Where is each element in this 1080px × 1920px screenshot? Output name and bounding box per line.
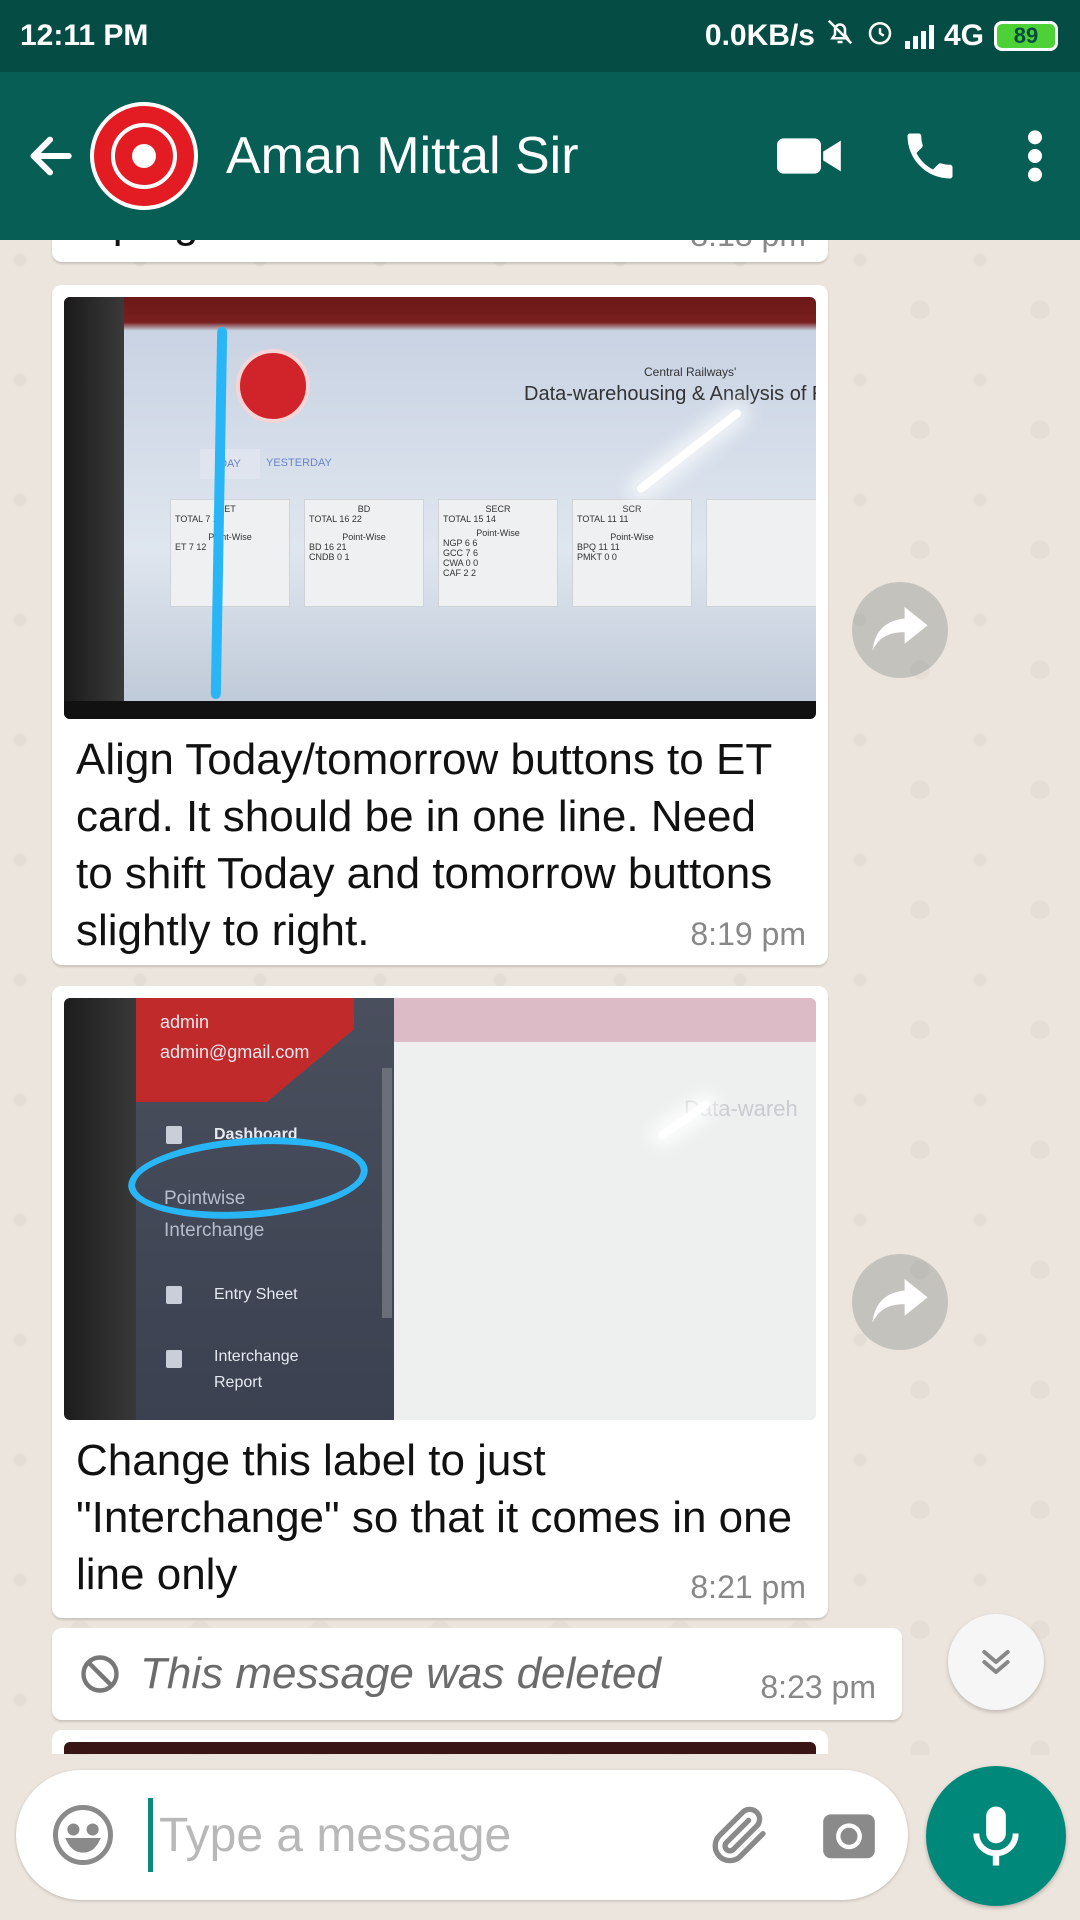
back-button[interactable] xyxy=(10,96,90,216)
deleted-message-text: This message was deleted xyxy=(140,1649,661,1698)
battery-icon: 89 xyxy=(994,21,1058,51)
message-bubble-partial[interactable]: top right. 8:18 pm xyxy=(52,240,828,262)
photo-card-et: ET TOTAL 7 12 Point-Wise ET 7 12 xyxy=(170,499,290,607)
forward-icon xyxy=(872,1279,928,1323)
mute-bell-icon xyxy=(825,17,855,55)
message-time: 8:23 pm xyxy=(760,1669,876,1705)
contact-name[interactable]: Aman Mittal Sir xyxy=(226,126,750,186)
forward-button[interactable] xyxy=(852,1254,948,1350)
forward-button[interactable] xyxy=(852,582,948,678)
attach-button[interactable] xyxy=(689,1785,789,1885)
message-time: 8:18 pm xyxy=(690,240,806,254)
more-vert-icon xyxy=(1028,130,1042,182)
image-message-1[interactable]: Central Railways' Data-warehousing & Ana… xyxy=(52,285,828,965)
network-type: 4G xyxy=(943,19,984,52)
alarm-icon xyxy=(865,17,895,55)
image-message-2[interactable]: Data-wareh admin admin@gmail.com Dashboa… xyxy=(52,986,828,1618)
video-call-button[interactable] xyxy=(750,96,870,216)
emoji-icon xyxy=(53,1805,113,1865)
phone-icon xyxy=(907,133,953,179)
status-indicators: 0.0KB/s 4G 89 xyxy=(705,17,1058,55)
paperclip-icon xyxy=(712,1806,766,1864)
message-composer xyxy=(16,1770,908,1900)
blocked-icon xyxy=(81,1655,119,1693)
double-chevron-down-icon xyxy=(982,1650,1010,1674)
deleted-message[interactable]: This message was deleted 8:23 pm xyxy=(52,1628,902,1720)
message-input[interactable] xyxy=(159,1807,679,1863)
photo-card-bd: BD TOTAL 16 22 Point-Wise BD 16 21 CNDB … xyxy=(304,499,424,607)
message-image[interactable]: Data-wareh admin admin@gmail.com Dashboa… xyxy=(64,998,816,1420)
photo-card-scr: SCR TOTAL 11 11 Point-Wise BPQ 11 11 PMK… xyxy=(572,499,692,607)
message-image[interactable]: Central Railways' Data-warehousing & Ana… xyxy=(64,297,816,719)
camera-icon xyxy=(823,1814,875,1859)
voice-message-button[interactable] xyxy=(926,1766,1066,1906)
message-time: 8:21 pm xyxy=(690,1569,806,1605)
avatar[interactable] xyxy=(90,102,198,210)
railways-logo-icon xyxy=(111,123,177,189)
battery-level: 89 xyxy=(1013,23,1039,48)
video-call-icon xyxy=(777,138,841,174)
clipboard-icon xyxy=(166,1350,182,1368)
chat-header: Aman Mittal Sir xyxy=(0,72,1080,240)
message-bubble-partial-bottom[interactable] xyxy=(52,1730,828,1754)
railways-logo-icon xyxy=(236,349,310,423)
net-speed: 0.0KB/s xyxy=(704,19,815,52)
text-cursor xyxy=(148,1798,153,1872)
scroll-to-bottom-button[interactable] xyxy=(948,1614,1044,1710)
status-time: 12:11 PM xyxy=(20,19,149,52)
microphone-icon xyxy=(973,1806,1019,1866)
camera-button[interactable] xyxy=(799,1785,899,1885)
forward-icon xyxy=(872,607,928,651)
message-text: top right. xyxy=(64,240,259,251)
emoji-button[interactable] xyxy=(28,1780,138,1890)
dashboard-icon xyxy=(166,1126,182,1144)
photo-card-secr: SECR TOTAL 15 14 Point-Wise NGP 6 6 GCC … xyxy=(438,499,558,607)
status-bar: 12:11 PM 0.0KB/s 4G 89 xyxy=(0,0,1080,72)
back-arrow-icon xyxy=(30,136,72,176)
more-options-button[interactable] xyxy=(990,96,1080,216)
chat-area[interactable]: top right. 8:18 pm Central Railways' Dat… xyxy=(0,240,1080,1755)
voice-call-button[interactable] xyxy=(870,96,990,216)
message-time: 8:19 pm xyxy=(690,916,806,952)
signal-icon xyxy=(904,23,934,49)
photo-card-partial xyxy=(706,499,816,607)
document-icon xyxy=(166,1286,182,1304)
